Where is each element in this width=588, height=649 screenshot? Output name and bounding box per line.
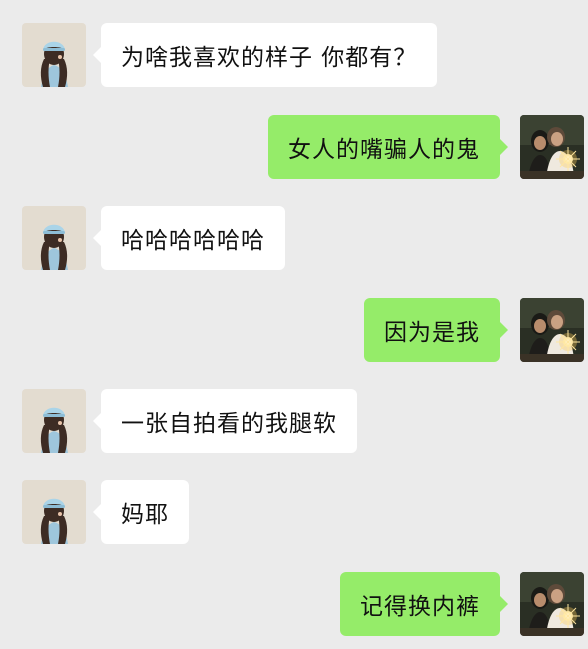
sparkler-photo-avatar-icon[interactable]	[520, 572, 584, 636]
message-row: 一张自拍看的我腿软	[0, 389, 588, 455]
girl-avatar-icon[interactable]	[22, 206, 86, 270]
outgoing-message-bubble[interactable]: 记得换内裤	[340, 572, 508, 636]
message-row: 为啥我喜欢的样子 你都有？	[0, 23, 588, 89]
message-row: 女人的嘴骗人的鬼	[0, 115, 588, 181]
incoming-message-bubble[interactable]: 为啥我喜欢的样子 你都有？	[92, 23, 438, 87]
sparkler-photo-avatar-icon[interactable]	[520, 115, 584, 179]
message-row: 因为是我	[0, 298, 588, 364]
girl-avatar-icon[interactable]	[22, 389, 86, 453]
sparkler-photo-avatar-icon[interactable]	[520, 298, 584, 362]
message-row: 哈哈哈哈哈哈	[0, 206, 588, 272]
incoming-message-bubble[interactable]: 哈哈哈哈哈哈	[93, 206, 285, 270]
message-row: 记得换内裤	[0, 572, 588, 638]
message-row: 妈耶	[0, 480, 588, 546]
outgoing-message-bubble[interactable]: 女人的嘴骗人的鬼	[268, 115, 508, 179]
incoming-message-bubble[interactable]: 妈耶	[93, 480, 189, 544]
girl-avatar-icon[interactable]	[22, 23, 86, 87]
outgoing-message-bubble[interactable]: 因为是我	[364, 298, 508, 362]
girl-avatar-icon[interactable]	[22, 480, 86, 544]
incoming-message-bubble[interactable]: 一张自拍看的我腿软	[93, 389, 357, 453]
